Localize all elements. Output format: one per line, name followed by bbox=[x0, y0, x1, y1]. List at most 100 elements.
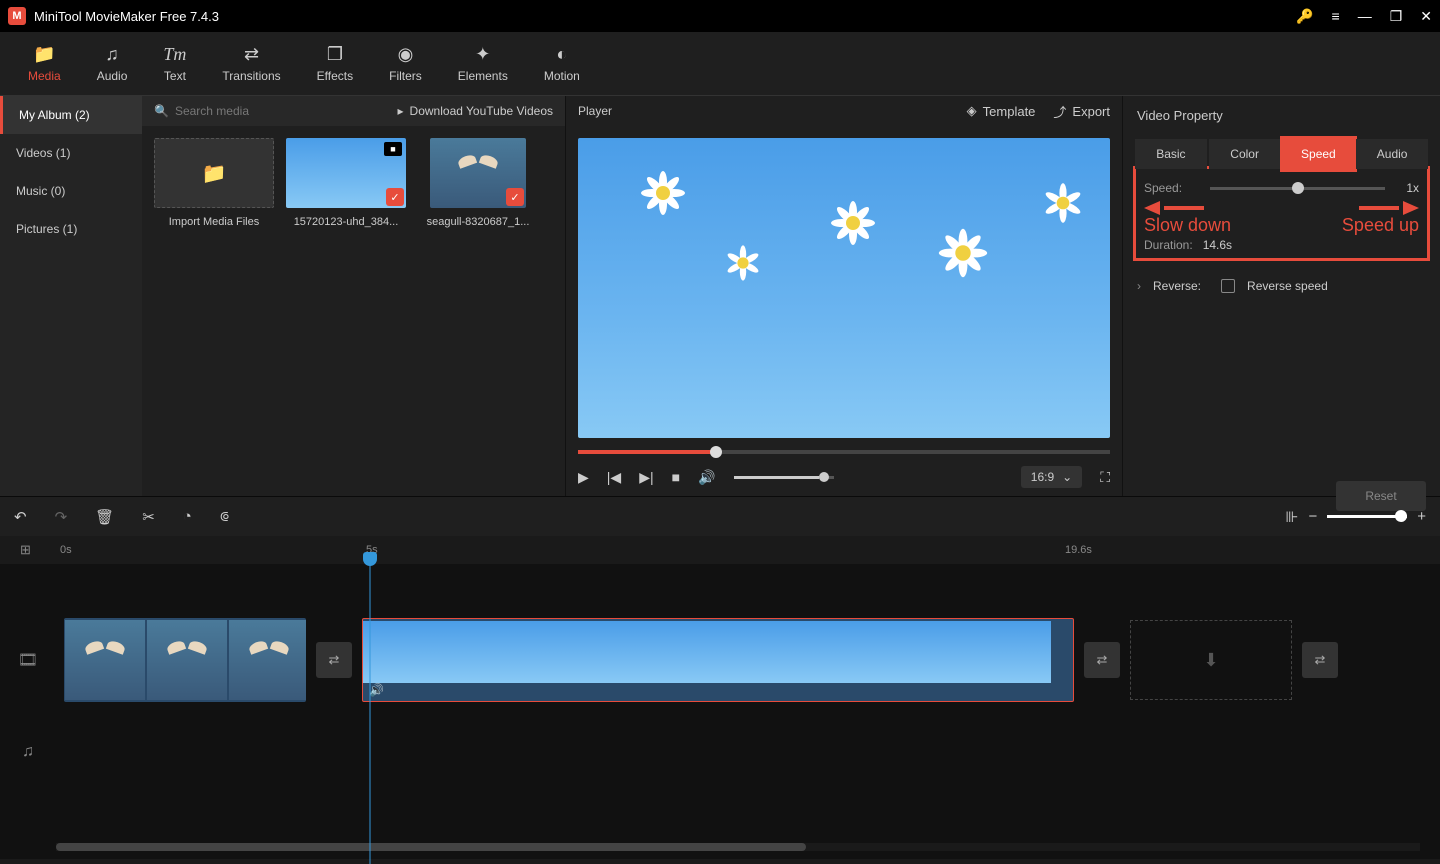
video-track: 🎞 ⇄ 🔊 ⇄ ⬇ ⇄ bbox=[0, 614, 1440, 706]
add-track-icon[interactable]: ⊞ bbox=[20, 542, 31, 558]
player-title: Player bbox=[578, 104, 612, 118]
motion-icon: ◐ bbox=[556, 44, 567, 65]
sidebar-myalbum[interactable]: My Album (2) bbox=[0, 96, 142, 134]
download-youtube-link[interactable]: ▸ Download YouTube Videos bbox=[398, 104, 553, 118]
toolbar-elements[interactable]: ✦ Elements bbox=[440, 32, 526, 95]
toolbar-transitions[interactable]: ⇄ Transitions bbox=[204, 32, 298, 95]
stop-button[interactable]: ■ bbox=[672, 469, 680, 485]
media-panel: My Album (2) Videos (1) Music (0) Pictur… bbox=[0, 96, 565, 496]
speed-label: Speed: bbox=[1144, 181, 1200, 195]
top-toolbar: 📁 Media ♫ Audio Tт Text ⇄ Transitions ❐ … bbox=[0, 32, 1440, 96]
duration-value: 14.6s bbox=[1203, 238, 1232, 252]
clip-seagull[interactable] bbox=[64, 618, 306, 702]
search-input[interactable]: 🔍 Search media bbox=[154, 104, 249, 118]
duration-label: Duration: bbox=[1144, 238, 1193, 252]
youtube-icon: ▸ bbox=[398, 104, 404, 118]
folder-icon: 📁 bbox=[33, 44, 55, 65]
toolbar-filters[interactable]: ◉ Filters bbox=[371, 32, 440, 95]
crop-button[interactable]: ⟃ bbox=[220, 508, 229, 525]
tab-audio[interactable]: Audio bbox=[1356, 139, 1428, 169]
transition-button[interactable]: ⇄ bbox=[316, 642, 352, 678]
music-icon: ♫ bbox=[105, 44, 119, 65]
reverse-label: Reverse: bbox=[1153, 279, 1201, 293]
reverse-checkbox[interactable] bbox=[1221, 279, 1235, 293]
toolbar-effects[interactable]: ❐ Effects bbox=[299, 32, 371, 95]
search-icon: 🔍 bbox=[154, 104, 169, 118]
progress-bar[interactable] bbox=[578, 450, 1110, 454]
timeline-scrollbar[interactable] bbox=[56, 843, 1420, 851]
title-bar: M MiniTool MovieMaker Free 7.4.3 🔑 ≡ — ❐… bbox=[0, 0, 1440, 32]
transition-button[interactable]: ⇄ bbox=[1302, 642, 1338, 678]
preview-frame bbox=[578, 138, 1110, 438]
maximize-icon[interactable]: ❐ bbox=[1390, 8, 1403, 25]
zoom-out-button[interactable]: − bbox=[1308, 508, 1317, 525]
timeline-ruler[interactable]: ⊞ 0s 5s 19.6s bbox=[0, 536, 1440, 564]
transition-button[interactable]: ⇄ bbox=[1084, 642, 1120, 678]
sidebar-pictures[interactable]: Pictures (1) bbox=[0, 210, 142, 248]
toolbar-motion[interactable]: ◐ Motion bbox=[526, 32, 598, 95]
delete-button[interactable]: 🗑 bbox=[95, 508, 114, 526]
media-item-image[interactable]: ✓ seagull-8320687_1... bbox=[418, 138, 538, 228]
volume-icon[interactable]: 🔊 bbox=[698, 469, 715, 486]
split-button[interactable]: ✂ bbox=[142, 508, 155, 526]
prev-frame-button[interactable]: |◀ bbox=[607, 469, 621, 486]
media-item-video[interactable]: ■ ✓ 15720123-uhd_384... bbox=[286, 138, 406, 228]
property-title: Video Property bbox=[1123, 108, 1440, 139]
template-button[interactable]: ◈ Template bbox=[967, 102, 1036, 121]
toolbar-audio[interactable]: ♫ Audio bbox=[79, 32, 146, 95]
tab-speed[interactable]: Speed bbox=[1283, 139, 1355, 169]
zoom-in-button[interactable]: + bbox=[1417, 508, 1426, 525]
minimize-icon[interactable]: — bbox=[1358, 8, 1372, 24]
audio-track: ♫ bbox=[0, 706, 1440, 798]
toolbar-media[interactable]: 📁 Media bbox=[10, 32, 79, 95]
magnet-icon[interactable]: ⊪ bbox=[1285, 508, 1298, 526]
template-icon: ◈ bbox=[967, 103, 977, 119]
next-frame-button[interactable]: ▶| bbox=[639, 469, 653, 486]
clip-daisies[interactable]: 🔊 bbox=[362, 618, 1074, 702]
playhead-line bbox=[370, 564, 371, 864]
app-title: MiniTool MovieMaker Free 7.4.3 bbox=[34, 9, 219, 24]
audio-track-icon: ♫ bbox=[22, 743, 34, 761]
speed-button[interactable]: ◔ bbox=[183, 508, 192, 525]
import-media-button[interactable]: 📁 Import Media Files bbox=[154, 138, 274, 228]
effects-icon: ❐ bbox=[327, 44, 343, 65]
volume-slider[interactable] bbox=[734, 476, 834, 479]
property-panel: Video Property Basic Color Speed Audio S… bbox=[1123, 96, 1440, 496]
app-icon: M bbox=[8, 7, 26, 25]
timeline-tracks: 🎞 ⇄ 🔊 ⇄ ⬇ ⇄ ♫ bbox=[0, 564, 1440, 859]
folder-icon: 📁 bbox=[202, 161, 227, 186]
redo-button[interactable]: ↷ bbox=[55, 508, 68, 526]
chevron-right-icon[interactable]: › bbox=[1137, 279, 1141, 293]
transitions-icon: ⇄ bbox=[244, 44, 259, 65]
player-panel: Player ◈ Template ⤴ Export bbox=[565, 96, 1123, 496]
key-icon[interactable]: 🔑 bbox=[1296, 8, 1313, 25]
close-icon[interactable]: ✕ bbox=[1420, 8, 1432, 25]
toolbar-text[interactable]: Tт Text bbox=[145, 32, 204, 95]
text-icon: Tт bbox=[163, 44, 186, 65]
menu-icon[interactable]: ≡ bbox=[1332, 8, 1340, 24]
placeholder-clip[interactable]: ⬇ bbox=[1130, 620, 1292, 700]
timeline-toolbar: ↶ ↷ 🗑 ✂ ◔ ⟃ ⊪ − + bbox=[0, 496, 1440, 536]
video-badge-icon: ■ bbox=[384, 142, 402, 156]
speed-annotation-box: Speed: 1x Slow down Speed up Duration: 1… bbox=[1133, 166, 1430, 261]
zoom-slider[interactable] bbox=[1327, 515, 1407, 518]
check-icon: ✓ bbox=[386, 188, 404, 206]
sidebar-videos[interactable]: Videos (1) bbox=[0, 134, 142, 172]
chevron-down-icon: ⌄ bbox=[1062, 470, 1072, 484]
reset-button[interactable]: Reset bbox=[1336, 481, 1426, 511]
annotation-speed-up bbox=[1359, 201, 1419, 215]
annotation-slow-down bbox=[1144, 201, 1204, 215]
export-button[interactable]: ⤴ Export bbox=[1053, 102, 1110, 121]
sidebar-music[interactable]: Music (0) bbox=[0, 172, 142, 210]
video-track-icon: 🎞 bbox=[18, 650, 38, 670]
media-sidebar: My Album (2) Videos (1) Music (0) Pictur… bbox=[0, 96, 142, 496]
speed-slider[interactable] bbox=[1210, 187, 1385, 190]
tab-basic[interactable]: Basic bbox=[1135, 139, 1207, 169]
undo-button[interactable]: ↶ bbox=[14, 508, 27, 526]
check-icon: ✓ bbox=[506, 188, 524, 206]
play-button[interactable]: ▶ bbox=[578, 469, 589, 486]
aspect-ratio-select[interactable]: 16:9 ⌄ bbox=[1021, 466, 1082, 488]
elements-icon: ✦ bbox=[475, 44, 490, 65]
fullscreen-button[interactable]: ⛶ bbox=[1100, 469, 1110, 486]
tab-color[interactable]: Color bbox=[1209, 139, 1281, 169]
